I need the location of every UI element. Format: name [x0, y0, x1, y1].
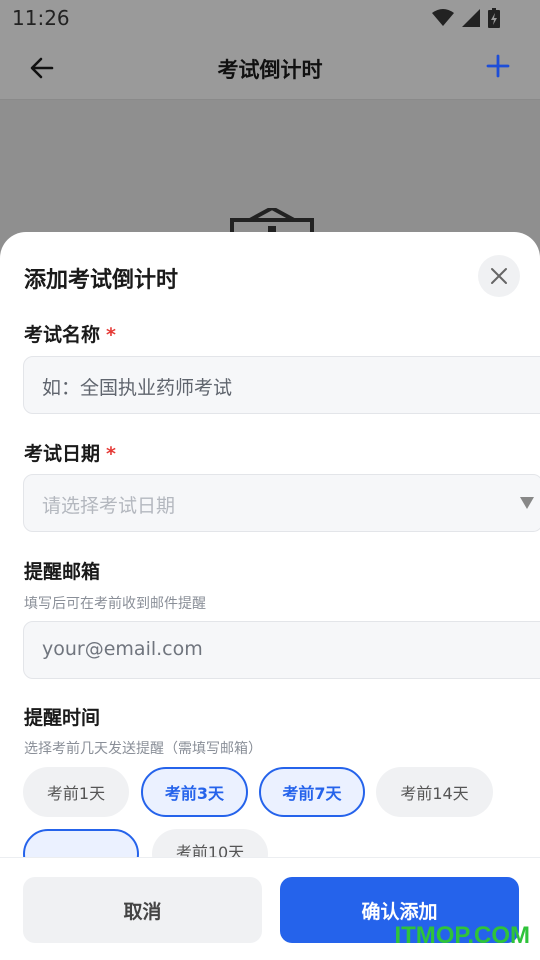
- remind-option-14day[interactable]: 考前14天: [376, 767, 493, 817]
- sheet-title: 添加考试倒计时: [24, 268, 179, 293]
- chevron-down-icon: [520, 497, 534, 509]
- add-countdown-sheet: 添加考试倒计时 考试名称 * 如：全国执业药师考试 考试日期 * 请选择考试日期 提…: [0, 232, 540, 960]
- app-header: 考试倒计时: [0, 36, 540, 100]
- exam-date-select[interactable]: 请选择考试日期: [23, 474, 540, 532]
- status-icons: [432, 8, 500, 28]
- remind-option-3day[interactable]: 考前3天: [141, 767, 248, 817]
- cancel-button[interactable]: 取消: [23, 877, 262, 943]
- chip-label: 考前7天: [282, 784, 342, 803]
- exam-date-label-text: 考试日期: [24, 443, 101, 465]
- exam-name-label-text: 考试名称: [24, 324, 101, 346]
- exam-name-input[interactable]: 如：全国执业药师考试: [23, 356, 540, 414]
- page-title: 考试倒计时: [217, 58, 323, 82]
- exam-name-label: 考试名称 *: [24, 320, 116, 347]
- exam-date-label: 考试日期 *: [24, 439, 116, 466]
- signal-icon: [462, 9, 480, 27]
- remind-option-7day[interactable]: 考前7天: [259, 767, 365, 817]
- status-time: 11:26: [12, 6, 70, 30]
- exam-date-placeholder: 请选择考试日期: [42, 495, 176, 517]
- email-hint: 填写后可在考前收到邮件提醒: [24, 596, 206, 612]
- battery-icon: [488, 8, 500, 28]
- wifi-icon: [432, 9, 454, 26]
- status-bar: 11:26: [0, 0, 540, 36]
- close-button[interactable]: [478, 255, 520, 297]
- remind-option-1day[interactable]: 考前1天: [23, 767, 129, 817]
- remind-time-label: 提醒时间: [24, 707, 101, 729]
- chip-label: 考前3天: [164, 784, 225, 803]
- exam-name-placeholder: 如：全国执业药师考试: [42, 377, 233, 399]
- chip-label: 考前14天: [400, 784, 469, 803]
- required-mark: *: [106, 324, 116, 346]
- email-placeholder: your@email.com: [42, 638, 203, 660]
- watermark-logo: ITMOP.COM: [394, 922, 530, 949]
- email-label: 提醒邮箱: [24, 561, 101, 583]
- chip-label: 考前1天: [46, 784, 106, 803]
- plus-icon[interactable]: [484, 52, 512, 80]
- remind-time-hint: 选择考前几天发送提醒（需填写邮箱）: [24, 741, 262, 757]
- required-mark: *: [106, 443, 116, 465]
- close-icon: [491, 268, 507, 284]
- email-input[interactable]: your@email.com: [23, 621, 540, 679]
